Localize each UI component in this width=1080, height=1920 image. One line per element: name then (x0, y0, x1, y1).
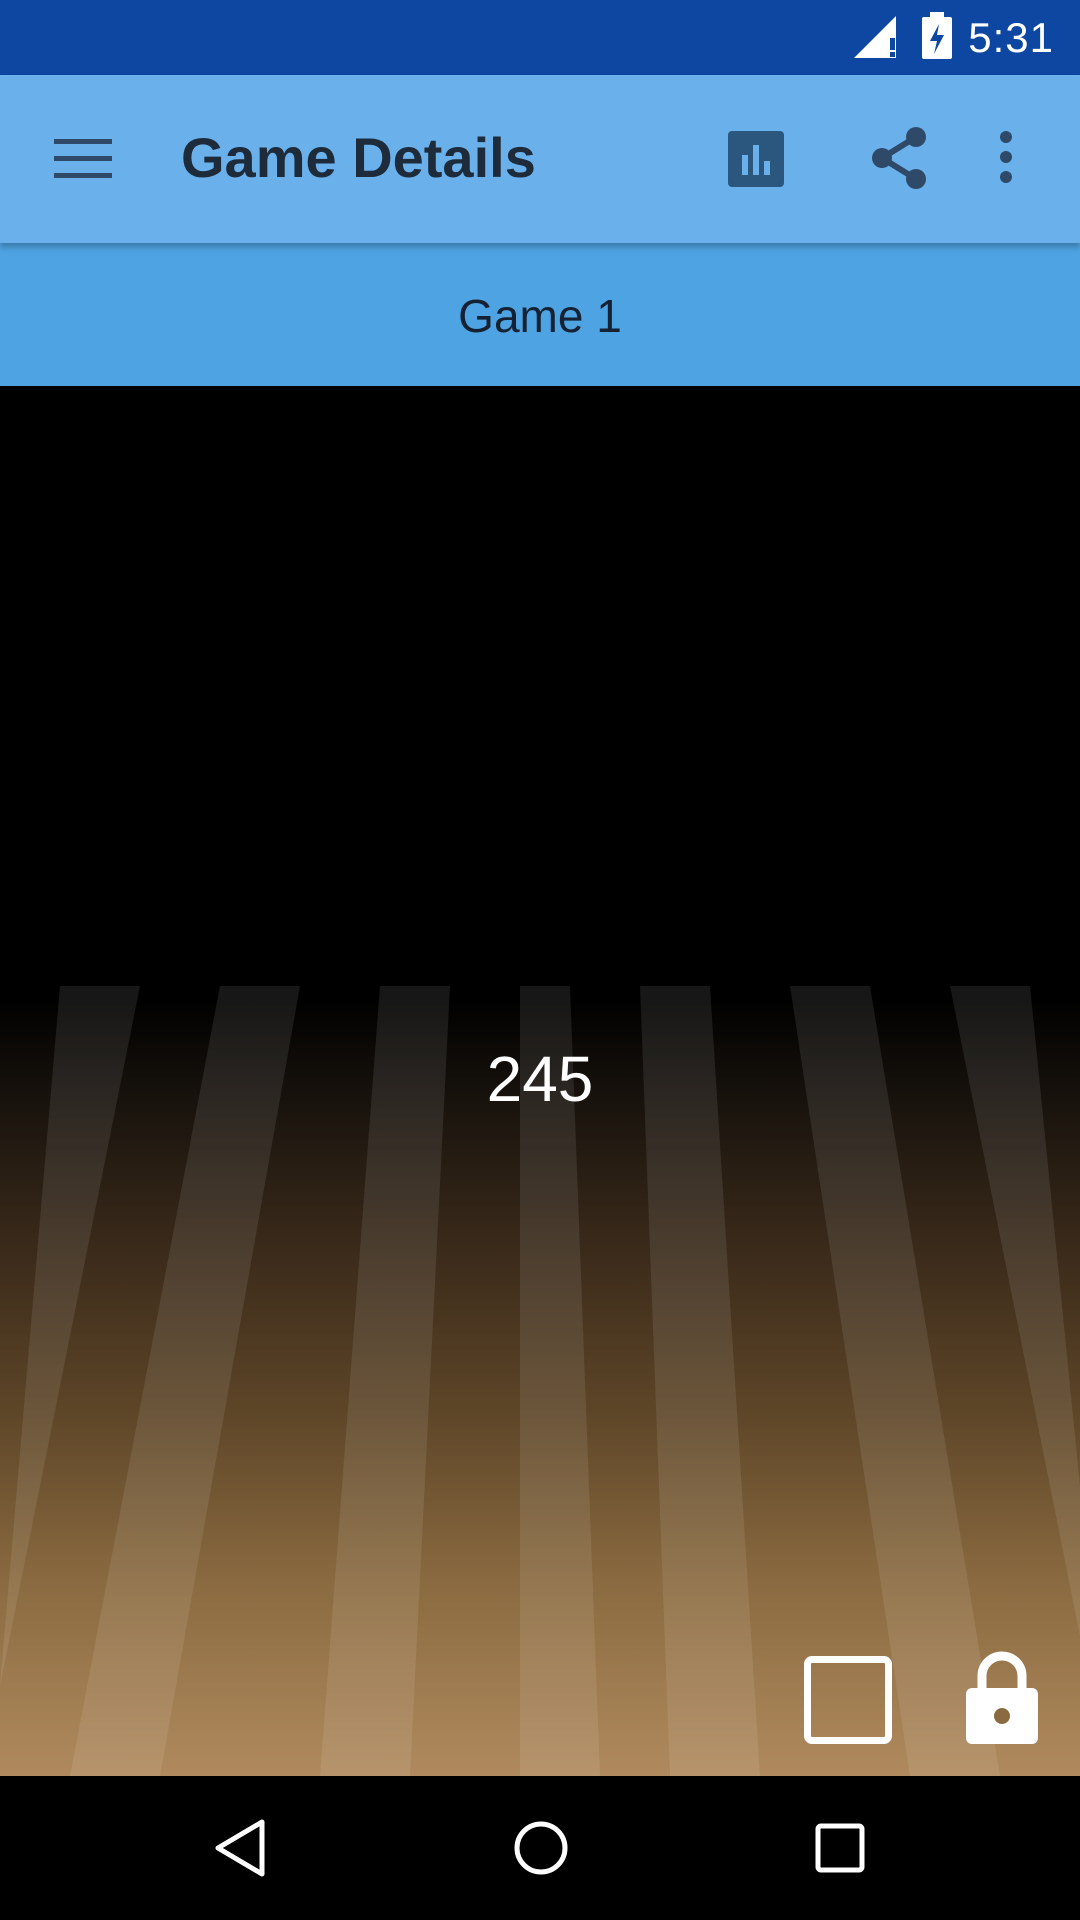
game-header: Game 1 (0, 243, 1080, 386)
menu-icon[interactable] (54, 137, 114, 186)
cell-signal-icon (852, 14, 900, 65)
battery-charging-icon (920, 12, 954, 65)
app-bar: Game Details (0, 75, 1080, 243)
navigation-bar (0, 1776, 1080, 1920)
lock-icon[interactable] (962, 1648, 1042, 1753)
page-title: Game Details (181, 126, 536, 189)
game-label: Game 1 (458, 290, 622, 342)
score-value: 245 (486, 1043, 594, 1115)
back-icon[interactable] (212, 1818, 268, 1883)
status-time: 5:31 (968, 14, 1054, 61)
status-bar: 5:31 (0, 0, 1080, 75)
recents-icon[interactable] (814, 1818, 866, 1883)
home-icon[interactable] (512, 1818, 570, 1883)
share-icon[interactable] (870, 127, 930, 194)
bowling-lane[interactable]: 245 (0, 386, 1080, 1776)
bar-chart-icon[interactable] (728, 131, 784, 192)
checkbox-icon[interactable] (804, 1656, 892, 1744)
more-vert-icon[interactable] (998, 130, 1014, 189)
